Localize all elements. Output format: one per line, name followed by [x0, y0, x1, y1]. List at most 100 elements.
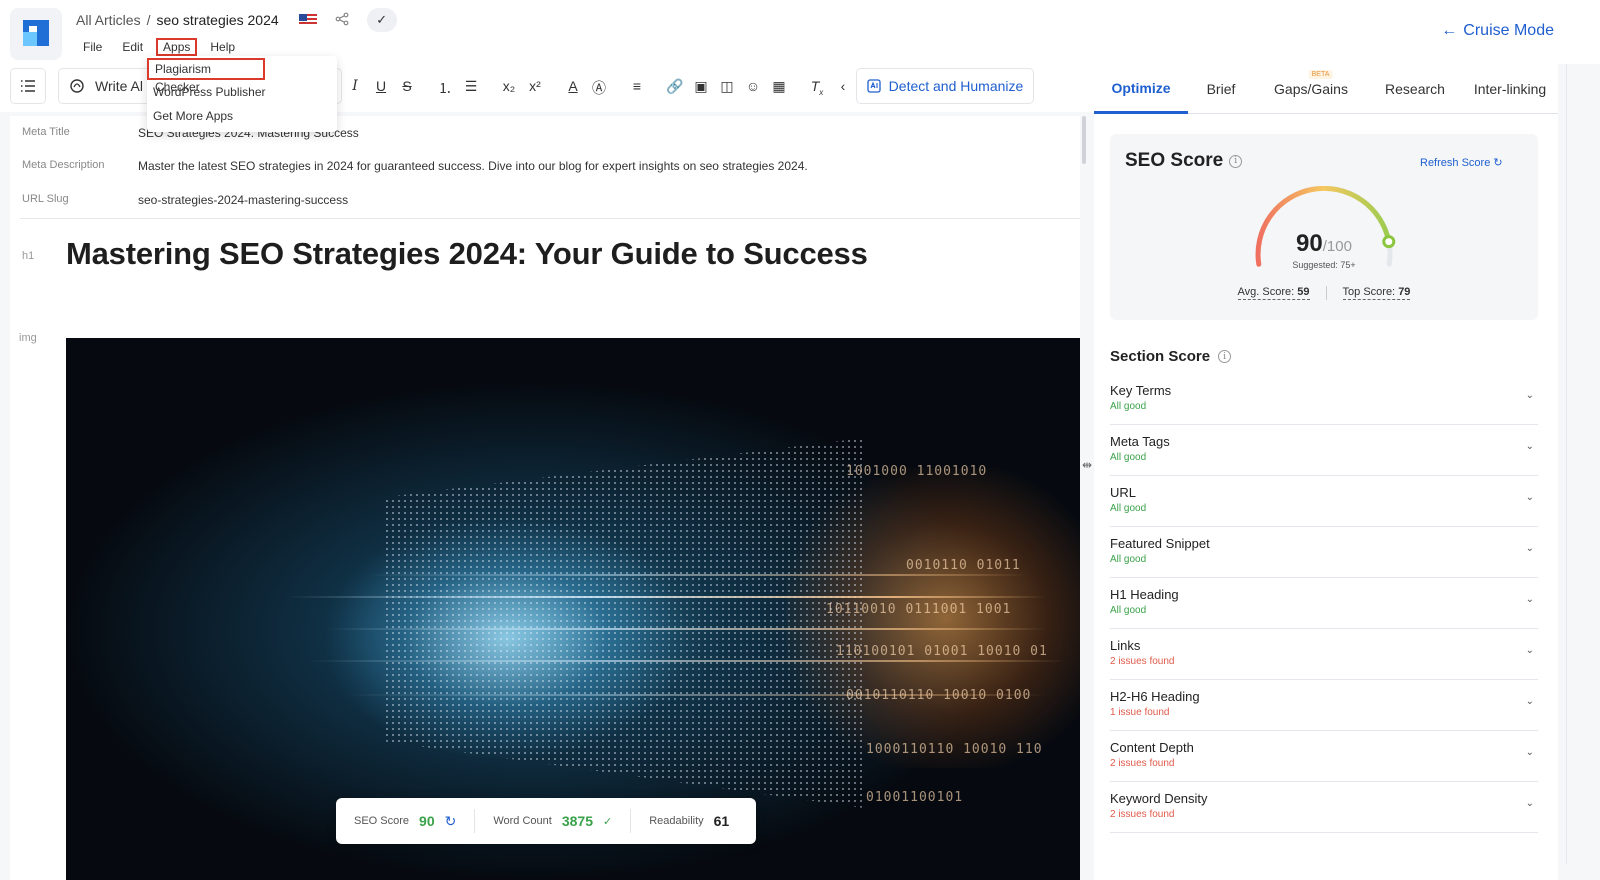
- menu-item-wordpress-publisher[interactable]: WordPress Publisher: [147, 82, 337, 106]
- collapse-icon[interactable]: ‹: [830, 78, 856, 98]
- underline-icon[interactable]: U: [368, 78, 394, 98]
- menu-item-get-more-apps[interactable]: Get More Apps: [147, 106, 337, 130]
- section-status: 1 issue found: [1110, 707, 1170, 718]
- stat-seo-score: SEO Score 90 ↻: [336, 809, 474, 833]
- tab-research[interactable]: Research: [1368, 64, 1462, 114]
- menu-file[interactable]: File: [76, 38, 109, 56]
- chevron-down-icon[interactable]: ⌄: [1526, 747, 1534, 758]
- info-icon[interactable]: i: [1218, 350, 1232, 363]
- editor-scrollbar[interactable]: [1082, 116, 1086, 164]
- refresh-score-button[interactable]: Refresh Score ↻: [1420, 156, 1503, 169]
- clear-format-icon[interactable]: Tx: [804, 78, 830, 98]
- menu-item-plagiarism-checker[interactable]: Plagiarism Checker: [147, 58, 265, 94]
- ordered-list-icon[interactable]: ⒈: [432, 78, 458, 98]
- table-icon[interactable]: ▦: [766, 78, 792, 98]
- strikethrough-icon[interactable]: S: [394, 78, 420, 98]
- breadcrumb-separator: /: [146, 12, 151, 28]
- breadcrumb-all-articles[interactable]: All Articles: [76, 12, 141, 28]
- align-icon[interactable]: ≡: [624, 78, 650, 98]
- h1-block-tag: h1: [22, 250, 35, 262]
- refresh-icon: ↻: [1493, 157, 1503, 169]
- detect-humanize-button[interactable]: Detect and Humanize: [856, 68, 1034, 104]
- url-slug-field[interactable]: seo-strategies-2024-mastering-success: [138, 193, 348, 207]
- menu-edit[interactable]: Edit: [115, 38, 150, 56]
- chevron-down-icon[interactable]: ⌄: [1526, 645, 1534, 656]
- list-icon: [21, 80, 35, 92]
- chevron-down-icon[interactable]: ⌄: [1526, 441, 1534, 452]
- section-status: 2 issues found: [1110, 656, 1175, 667]
- chevron-down-icon[interactable]: ⌄: [1526, 696, 1534, 707]
- section-row[interactable]: H2-H6 Heading 1 issue found ⌄: [1110, 680, 1538, 731]
- stat-wc-value: 3875: [561, 813, 593, 829]
- ai-detect-icon: [867, 79, 881, 93]
- section-status: All good: [1110, 503, 1147, 514]
- section-row[interactable]: Meta Tags All good ⌄: [1110, 425, 1538, 476]
- saved-check-icon[interactable]: ✓: [366, 8, 397, 32]
- ai-brain-icon: [70, 79, 84, 93]
- section-status: All good: [1110, 452, 1147, 463]
- superscript-icon[interactable]: x²: [522, 78, 548, 98]
- emoji-icon[interactable]: ☺: [740, 78, 766, 98]
- seo-gauge: 90/100 Suggested: 75+: [1244, 185, 1404, 276]
- menu-apps[interactable]: Apps: [156, 38, 198, 56]
- stat-word-count: Word Count 3875 ✓: [474, 809, 630, 833]
- section-name: URL: [1110, 485, 1137, 500]
- chevron-down-icon[interactable]: ⌄: [1526, 492, 1534, 503]
- section-status: All good: [1110, 401, 1147, 412]
- tab-brief[interactable]: Brief: [1188, 64, 1254, 114]
- menu-help[interactable]: Help: [203, 38, 242, 56]
- tab-gaps-gains[interactable]: Gaps/Gains BETA: [1254, 64, 1368, 114]
- write-ai-label: Write Al: [95, 78, 143, 94]
- panel-scrollbar[interactable]: [1566, 64, 1567, 864]
- resize-handle-icon[interactable]: ⇹: [1082, 458, 1092, 472]
- section-row[interactable]: URL All good ⌄: [1110, 476, 1538, 527]
- chevron-down-icon[interactable]: ⌄: [1526, 543, 1534, 554]
- tab-inter-linking[interactable]: Inter-linking: [1462, 64, 1558, 114]
- us-flag-icon[interactable]: [298, 14, 317, 26]
- highlight-icon[interactable]: Ⓐ: [586, 78, 612, 98]
- section-status: All good: [1110, 554, 1147, 565]
- app-logo[interactable]: [10, 8, 62, 60]
- outline-toggle-button[interactable]: [10, 68, 46, 104]
- text-color-icon[interactable]: A: [560, 78, 586, 98]
- stat-seo-label: SEO Score: [354, 815, 410, 827]
- subscript-icon[interactable]: x₂: [496, 78, 522, 98]
- section-row[interactable]: Keyword Density 2 issues found ⌄: [1110, 782, 1538, 833]
- section-row[interactable]: H1 Heading All good ⌄: [1110, 578, 1538, 629]
- section-status: 2 issues found: [1110, 809, 1175, 820]
- embed-icon[interactable]: ◫: [714, 78, 740, 98]
- refresh-icon[interactable]: ↻: [445, 813, 457, 830]
- image-icon[interactable]: ▣: [688, 78, 714, 98]
- avg-score: Avg. Score: 59: [1237, 286, 1310, 300]
- seo-score-title: SEO Score i: [1125, 150, 1243, 172]
- chevron-down-icon[interactable]: ⌄: [1526, 798, 1534, 809]
- meta-description-label: Meta Description: [22, 159, 105, 171]
- section-row[interactable]: Content Depth 2 issues found ⌄: [1110, 731, 1538, 782]
- app-root: All Articles / seo strategies 2024 ✓ Fil…: [0, 0, 1600, 880]
- info-icon[interactable]: i: [1229, 154, 1243, 168]
- avg-score-value: 59: [1297, 286, 1310, 298]
- chevron-down-icon[interactable]: ⌄: [1526, 390, 1534, 401]
- article-stats-bar: SEO Score 90 ↻ Word Count 3875 ✓ Readabi…: [336, 798, 756, 844]
- editor-canvas[interactable]: Meta Title SEO Strategies 2024: Masterin…: [10, 116, 1080, 880]
- breadcrumb-current[interactable]: seo strategies 2024: [156, 12, 278, 28]
- stat-read-value: 61: [713, 813, 730, 829]
- section-row[interactable]: Featured Snippet All good ⌄: [1110, 527, 1538, 578]
- share-icon[interactable]: [335, 12, 349, 29]
- cruise-mode-button[interactable]: ← Cruise Mode: [1441, 22, 1554, 40]
- link-icon[interactable]: 🔗: [662, 78, 688, 98]
- bullet-list-icon[interactable]: ☰: [458, 78, 484, 98]
- meta-description-field[interactable]: Master the latest SEO strategies in 2024…: [138, 159, 808, 173]
- section-row[interactable]: Links 2 issues found ⌄: [1110, 629, 1538, 680]
- section-row[interactable]: Key Terms All good ⌄: [1110, 374, 1538, 425]
- top-score-label: Top Score:: [1342, 286, 1396, 298]
- apps-dropdown: Plagiarism Checker WordPress Publisher G…: [147, 56, 337, 132]
- section-score-heading: Section Score: [1110, 348, 1211, 365]
- breadcrumb: All Articles / seo strategies 2024 ✓: [76, 8, 397, 32]
- tab-optimize[interactable]: Optimize: [1094, 64, 1188, 114]
- url-slug-label: URL Slug: [22, 193, 69, 205]
- article-h1-heading[interactable]: Mastering SEO Strategies 2024: Your Guid…: [66, 236, 868, 272]
- refresh-score-label: Refresh Score: [1420, 157, 1491, 169]
- italic-icon[interactable]: I: [342, 78, 368, 98]
- chevron-down-icon[interactable]: ⌄: [1526, 594, 1534, 605]
